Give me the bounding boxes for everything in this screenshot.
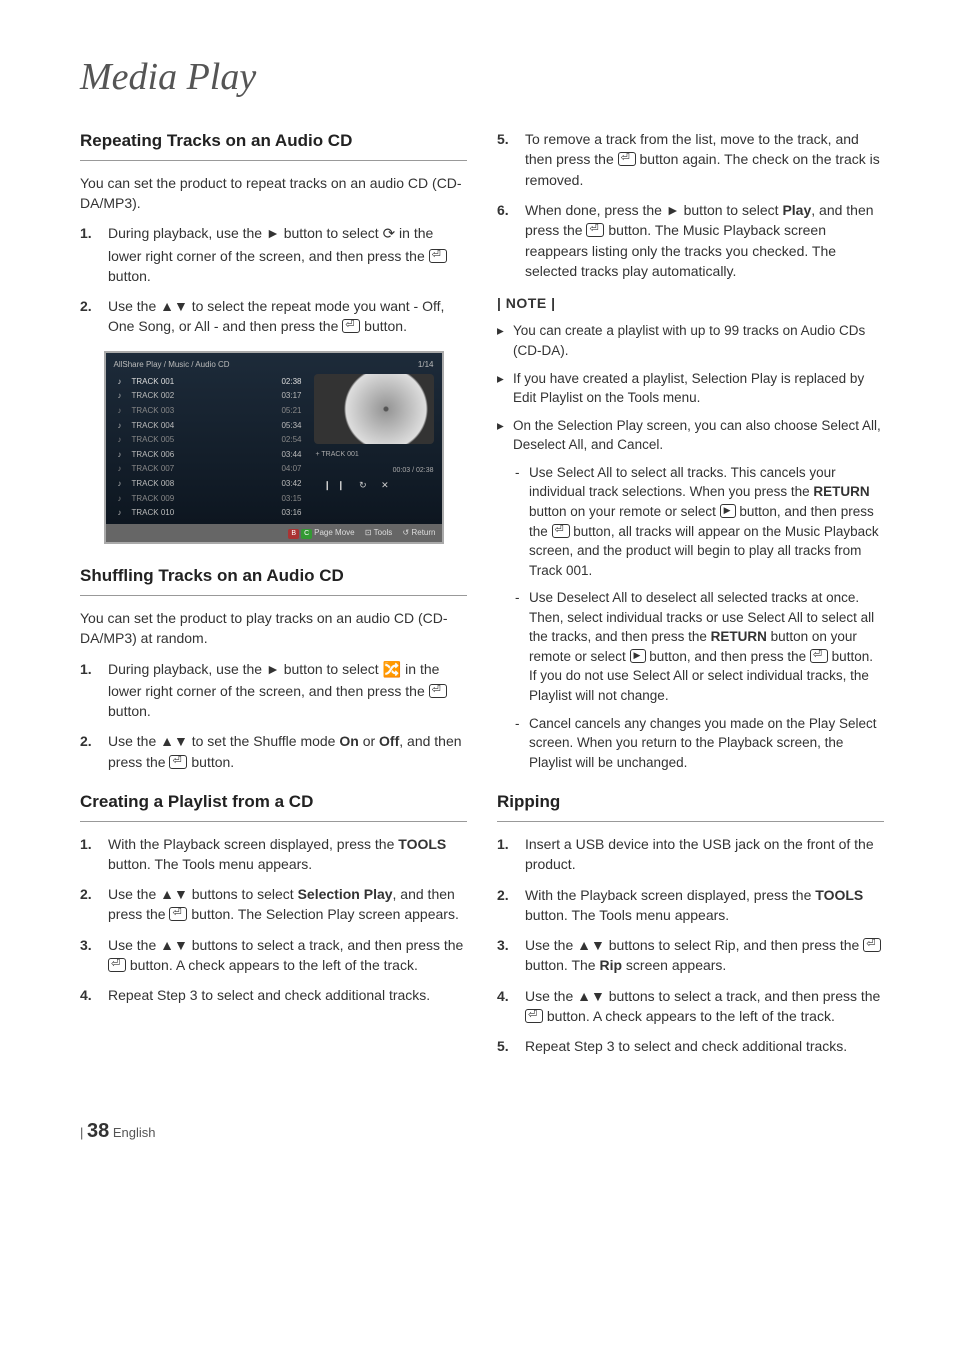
enter-icon <box>552 524 570 538</box>
page-counter: 1/14 <box>418 359 434 371</box>
heading-ripping: Ripping <box>497 790 884 822</box>
step-number: 2. <box>80 731 108 772</box>
note-heading: | NOTE | <box>497 293 884 313</box>
step-number: 1. <box>80 659 108 722</box>
step-number: 2. <box>497 885 525 926</box>
intro-repeating: You can set the product to repeat tracks… <box>80 173 467 214</box>
sub-note-item: -Use Select All to select all tracks. Th… <box>515 463 884 580</box>
shuffle-icon: 🔀 <box>383 661 402 678</box>
track-row: ♪TRACK 01003:16 <box>114 506 306 521</box>
track-row: ♪TRACK 00502:54 <box>114 433 306 448</box>
step-number: 2. <box>80 884 108 925</box>
enter-icon <box>169 907 187 921</box>
list-item: 3. Use the ▲▼ buttons to select a track,… <box>80 935 467 976</box>
list-item: 1. With the Playback screen displayed, p… <box>80 834 467 875</box>
page-footer: | 38 English <box>80 1117 884 1146</box>
enter-icon <box>525 1009 543 1023</box>
track-row: ♪TRACK 00903:15 <box>114 491 306 506</box>
track-row: ♪TRACK 00704:07 <box>114 462 306 477</box>
player-screenshot: AllShare Play / Music / Audio CD 1/14 ♪T… <box>104 351 444 545</box>
heading-shuffling: Shuffling Tracks on an Audio CD <box>80 564 467 596</box>
track-row: ♪TRACK 00603:44 <box>114 447 306 462</box>
breadcrumb: AllShare Play / Music / Audio CD <box>114 359 230 371</box>
enter-icon <box>108 958 126 972</box>
step-number: 3. <box>80 935 108 976</box>
page-number: 38 <box>87 1120 109 1142</box>
list-item: 4.Use the ▲▼ buttons to select a track, … <box>497 986 884 1027</box>
note-item: ▸If you have created a playlist, Selecti… <box>497 369 884 408</box>
step-number: 4. <box>80 985 108 1005</box>
track-row: ♪TRACK 00102:38 <box>114 374 306 389</box>
playback-time: 00:03 / 02:38 <box>314 466 434 478</box>
list-item: 2. Use the ▲▼ to select the repeat mode … <box>80 296 467 337</box>
list-item: 2.With the Playback screen displayed, pr… <box>497 885 884 926</box>
list-item: 6. When done, press the ► button to sele… <box>497 200 884 281</box>
step-number: 5. <box>497 1036 525 1056</box>
list-item: 1. During playback, use the ► button to … <box>80 223 467 286</box>
right-column: 5. To remove a track from the list, move… <box>497 129 884 1067</box>
arrow-icon: ▸ <box>497 321 513 360</box>
track-row: ♪TRACK 00203:17 <box>114 389 306 404</box>
enter-icon <box>169 755 187 769</box>
track-row: ♪TRACK 00405:34 <box>114 418 306 433</box>
step-number: 1. <box>80 223 108 286</box>
list-item: 3.Use the ▲▼ buttons to select Rip, and … <box>497 935 884 976</box>
note-item: ▸On the Selection Play screen, you can a… <box>497 416 884 455</box>
enter-icon <box>618 152 636 166</box>
enter-icon <box>863 938 881 952</box>
enter-icon <box>586 223 604 237</box>
sub-note-item: -Use Deselect All to deselect all select… <box>515 588 884 705</box>
list-item: 2. Use the ▲▼ buttons to select Selectio… <box>80 884 467 925</box>
page-title: Media Play <box>80 50 884 105</box>
enter-icon <box>342 319 360 333</box>
list-item: 2. Use the ▲▼ to set the Shuffle mode On… <box>80 731 467 772</box>
note-item: ▸You can create a playlist with up to 99… <box>497 321 884 360</box>
track-list: ♪TRACK 00102:38♪TRACK 00203:17♪TRACK 003… <box>114 374 306 520</box>
enter-icon <box>429 249 447 263</box>
step-number: 6. <box>497 200 525 281</box>
disc-art <box>314 374 434 444</box>
list-item: 1.Insert a USB device into the USB jack … <box>497 834 884 875</box>
heading-playlist: Creating a Playlist from a CD <box>80 790 467 822</box>
play-icon <box>630 649 646 663</box>
step-number: 4. <box>497 986 525 1027</box>
track-row: ♪TRACK 00803:42 <box>114 476 306 491</box>
step-number: 1. <box>497 834 525 875</box>
left-column: Repeating Tracks on an Audio CD You can … <box>80 129 467 1067</box>
track-row: ♪TRACK 00305:21 <box>114 403 306 418</box>
playback-controls: ❙❙ ↻ ✕ <box>314 479 434 492</box>
arrow-icon: ▸ <box>497 416 513 455</box>
list-item: 1. During playback, use the ► button to … <box>80 659 467 722</box>
enter-icon <box>810 649 828 663</box>
bottom-bar: BCPage Move ⊡ Tools ↺ Return <box>106 524 442 542</box>
step-number: 3. <box>497 935 525 976</box>
repeat-icon: ⟳ <box>383 226 396 243</box>
heading-repeating: Repeating Tracks on an Audio CD <box>80 129 467 161</box>
now-playing: + TRACK 001 <box>314 448 434 466</box>
list-item: 5. To remove a track from the list, move… <box>497 129 884 190</box>
step-number: 2. <box>80 296 108 337</box>
list-item: 4. Repeat Step 3 to select and check add… <box>80 985 467 1005</box>
step-number: 1. <box>80 834 108 875</box>
list-item: 5.Repeat Step 3 to select and check addi… <box>497 1036 884 1056</box>
intro-shuffling: You can set the product to play tracks o… <box>80 608 467 649</box>
arrow-icon: ▸ <box>497 369 513 408</box>
step-number: 5. <box>497 129 525 190</box>
enter-icon <box>429 684 447 698</box>
play-icon <box>720 504 736 518</box>
sub-note-item: -Cancel cancels any changes you made on … <box>515 714 884 773</box>
